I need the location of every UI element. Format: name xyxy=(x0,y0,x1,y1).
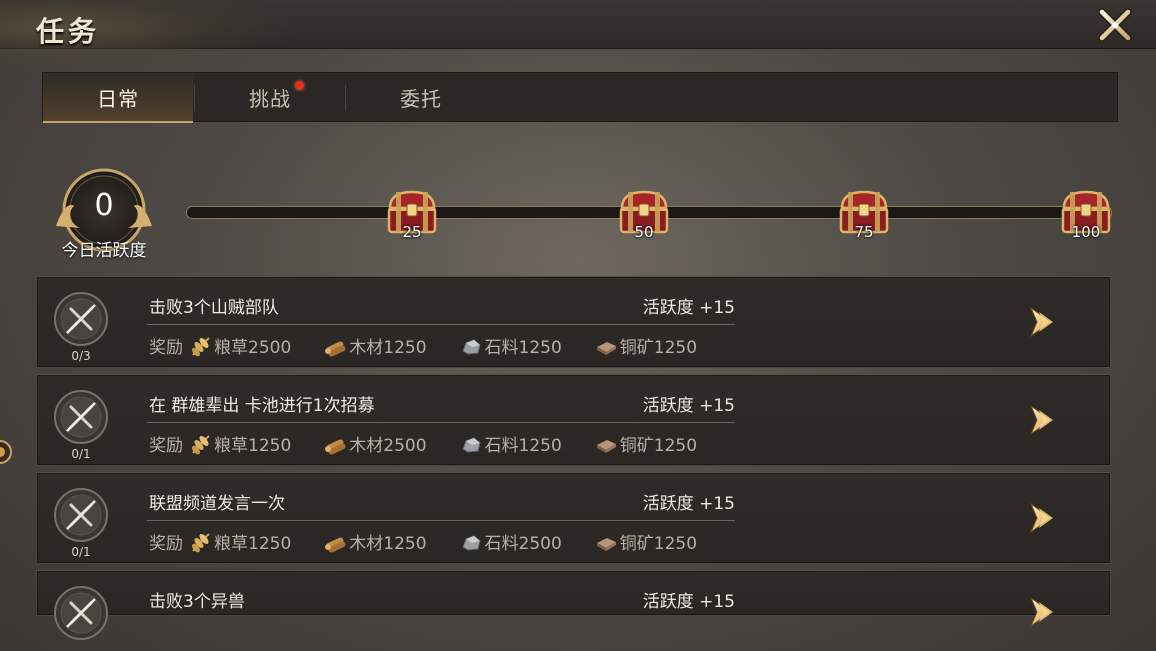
reward-amount: 木材1250 xyxy=(349,338,427,358)
go-arrow-icon[interactable] xyxy=(1027,305,1057,339)
reward-amount: 铜矿1250 xyxy=(619,338,698,358)
go-arrow-icon[interactable] xyxy=(1027,501,1057,535)
reward-item: 粮草1250 xyxy=(189,431,291,456)
task-row[interactable]: 击败3个异兽 活跃度 +15 xyxy=(36,570,1111,640)
task-activity-points: 活跃度 +15 xyxy=(642,396,735,416)
notification-badge xyxy=(295,81,304,90)
reward-amount: 粮草2500 xyxy=(214,338,292,358)
tab-challenge[interactable]: 挑战 xyxy=(195,73,345,121)
tab-daily[interactable]: 日常 xyxy=(43,73,193,123)
reward-label: 奖励 xyxy=(149,436,183,456)
page-title: 任务 xyxy=(36,15,101,48)
milestone-label: 100 xyxy=(1071,223,1101,241)
task-title: 击败3个山贼部队 xyxy=(149,298,279,318)
tab-commission-label: 委托 xyxy=(400,86,442,111)
task-progress-count: 0/3 xyxy=(71,349,91,363)
stone-icon xyxy=(461,338,481,355)
reward-amount: 铜矿1250 xyxy=(619,534,698,554)
reward-amount: 粮草1250 xyxy=(214,534,292,554)
milestone-label: 75 xyxy=(854,223,874,241)
task-rewards: 奖励 粮草1250 木材2500 石料1250 铜矿1250 xyxy=(149,431,697,456)
wood-icon xyxy=(325,340,346,357)
tab-daily-label: 日常 xyxy=(97,86,139,111)
reward-item: 粮草2500 xyxy=(189,333,291,358)
stone-icon xyxy=(461,436,481,453)
task-activity-points: 活跃度 +15 xyxy=(642,592,735,612)
task-row[interactable]: 0/3 击败3个山贼部队 活跃度 +15 奖励 粮草2500 木材1250 石料1250 铜矿… xyxy=(36,276,1111,368)
tab-commission[interactable]: 委托 xyxy=(346,73,496,121)
wood-icon xyxy=(325,536,346,553)
stone-icon xyxy=(461,534,481,551)
tab-challenge-label: 挑战 xyxy=(249,86,291,111)
task-divider xyxy=(147,324,735,325)
reward-label: 奖励 xyxy=(149,338,183,358)
tab-bar: 日常 挑战 委托 xyxy=(42,72,1118,123)
task-title: 联盟频道发言一次 xyxy=(149,494,285,514)
close-button[interactable] xyxy=(1096,6,1134,44)
reward-amount: 木材2500 xyxy=(349,436,427,456)
task-activity-points: 活跃度 +15 xyxy=(642,494,735,514)
reward-amount: 木材1250 xyxy=(349,534,427,554)
copper-ore-icon xyxy=(596,341,616,355)
reward-item: 木材1250 xyxy=(324,529,427,554)
reward-amount: 石料1250 xyxy=(484,338,562,358)
reward-amount: 石料1250 xyxy=(484,436,562,456)
task-activity-points: 活跃度 +15 xyxy=(642,298,735,318)
task-title: 在 群雄辈出 卡池进行1次招募 xyxy=(149,396,375,416)
reward-item: 石料1250 xyxy=(460,431,562,456)
reward-amount: 石料2500 xyxy=(484,534,562,554)
task-divider xyxy=(147,422,735,423)
task-progress-count: 0/1 xyxy=(71,545,91,559)
reward-item: 石料1250 xyxy=(460,333,562,358)
grain-icon xyxy=(192,336,210,356)
activity-value: 0 xyxy=(94,188,114,223)
reward-item: 粮草1250 xyxy=(189,529,291,554)
wood-icon xyxy=(325,438,346,455)
go-arrow-icon[interactable] xyxy=(1027,403,1057,437)
task-locked-swords-icon xyxy=(54,390,108,444)
reward-item: 铜矿1250 xyxy=(595,529,697,554)
activity-label: 今日活跃度 xyxy=(61,241,147,261)
task-rewards: 奖励 粮草2500 木材1250 石料1250 铜矿1250 xyxy=(149,333,697,358)
copper-ore-icon xyxy=(596,537,616,551)
task-title: 击败3个异兽 xyxy=(149,592,245,612)
task-rewards: 奖励 粮草1250 木材1250 石料2500 铜矿1250 xyxy=(149,529,697,554)
side-menu-icon[interactable] xyxy=(0,438,14,466)
reward-item: 木材2500 xyxy=(324,431,427,456)
task-progress-count: 0/1 xyxy=(71,447,91,461)
grain-icon xyxy=(192,434,210,454)
milestone-label: 25 xyxy=(402,223,422,241)
reward-item: 铜矿1250 xyxy=(595,431,697,456)
grain-icon xyxy=(192,532,210,552)
reward-item: 铜矿1250 xyxy=(595,333,697,358)
task-locked-swords-icon xyxy=(54,586,108,640)
copper-ore-icon xyxy=(596,439,616,453)
reward-item: 石料2500 xyxy=(460,529,562,554)
go-arrow-icon[interactable] xyxy=(1027,595,1057,629)
reward-label: 奖励 xyxy=(149,534,183,554)
reward-amount: 铜矿1250 xyxy=(619,436,698,456)
reward-item: 木材1250 xyxy=(324,333,427,358)
close-x-icon xyxy=(1098,8,1132,42)
task-locked-swords-icon xyxy=(54,292,108,346)
milestone-label: 50 xyxy=(634,223,654,241)
task-locked-swords-icon xyxy=(54,488,108,542)
reward-amount: 粮草1250 xyxy=(214,436,292,456)
task-row[interactable]: 0/1 联盟频道发言一次 活跃度 +15 奖励 粮草1250 木材1250 石料2500 铜矿… xyxy=(36,472,1111,564)
task-row[interactable]: 0/1 在 群雄辈出 卡池进行1次招募 活跃度 +15 奖励 粮草1250 木材2500 石… xyxy=(36,374,1111,466)
task-divider xyxy=(147,520,735,521)
